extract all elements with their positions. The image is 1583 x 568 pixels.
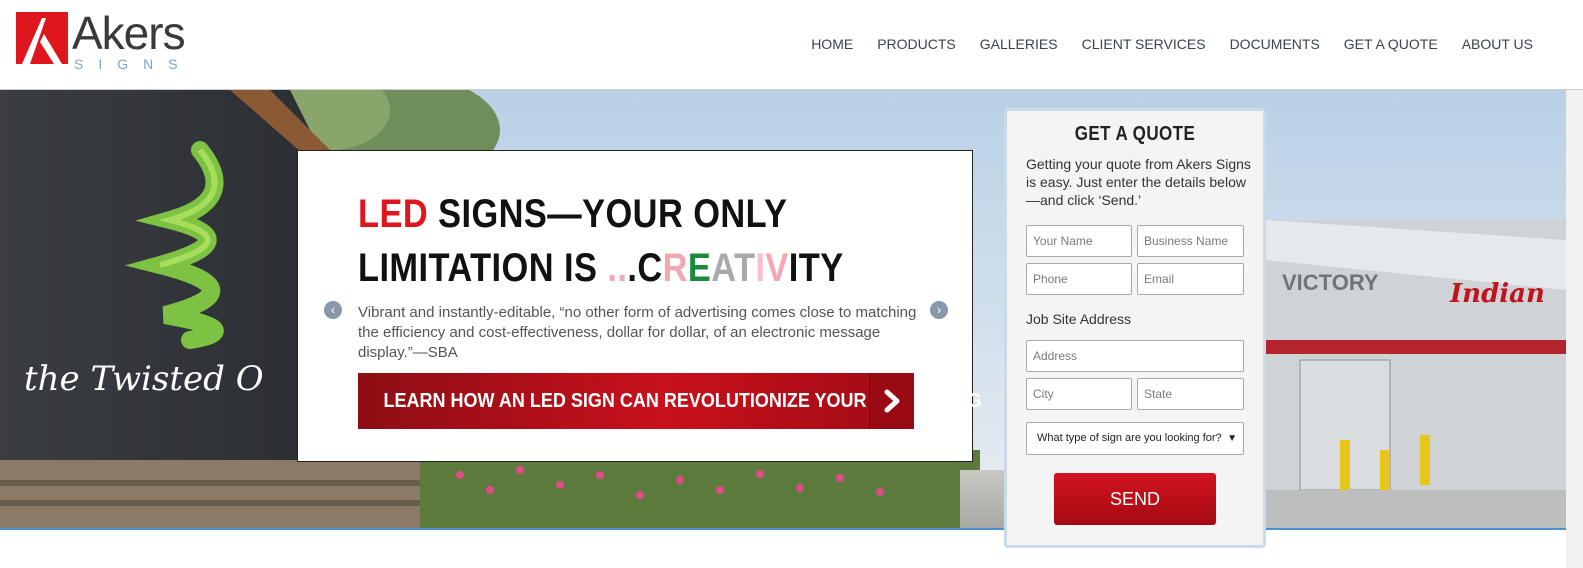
city-input[interactable]	[1026, 378, 1132, 410]
headline-r: R	[662, 246, 688, 290]
headline-at: AT	[711, 246, 756, 290]
nav-galleries[interactable]: GALLERIES	[980, 36, 1058, 52]
slider-next-button[interactable]: ›	[930, 301, 948, 319]
akers-logo-mark-icon	[16, 12, 68, 64]
victory-sign-text: VICTORY	[1282, 270, 1379, 295]
headline-i: I	[755, 246, 766, 290]
nav-products[interactable]: PRODUCTS	[877, 36, 956, 52]
headline-line-1: LED SIGNS—YOUR ONLY	[358, 187, 844, 241]
quote-intro: Getting your quote from Akers Signs is e…	[1026, 156, 1251, 208]
hero-banner: the Twisted O VICTORY Indian LED SIGNS—Y…	[0, 90, 1566, 528]
headline-line-2: LIMITATION IS ...CREATIVITY	[358, 241, 844, 295]
slider-prev-button[interactable]: ‹	[324, 301, 342, 319]
hero-divider	[0, 528, 1566, 530]
business-name-input[interactable]	[1137, 225, 1244, 257]
quote-form-panel: GET A QUOTE Getting your quote from Aker…	[1004, 108, 1266, 548]
akers-logo[interactable]: Akers SIGNS	[16, 7, 216, 76]
headline-led: LED	[358, 192, 429, 236]
headline-part-2: LIMITATION IS	[358, 246, 608, 290]
chevron-left-icon: ‹	[330, 302, 336, 317]
cta-label: LEARN HOW AN LED SIGN CAN REVOLUTIONIZE …	[383, 390, 982, 412]
twisted-sign-text: the Twisted O	[24, 359, 264, 399]
logo-wordmark: Akers	[72, 7, 186, 59]
headline-e: E	[687, 246, 712, 290]
main-nav: HOME PRODUCTS GALLERIES CLIENT SERVICES …	[811, 36, 1533, 52]
chevron-right-icon: ›	[936, 302, 942, 317]
indian-sign-text: Indian	[1449, 279, 1545, 309]
headline-ity: ITY	[788, 246, 844, 290]
led-sign-cta-button[interactable]: LEARN HOW AN LED SIGN CAN REVOLUTIONIZE …	[358, 373, 982, 429]
email-input[interactable]	[1137, 263, 1244, 295]
sign-type-select[interactable]: What type of sign are you looking for? ▼	[1026, 422, 1244, 455]
slider-headline: LED SIGNS—YOUR ONLY LIMITATION IS ...CRE…	[358, 187, 844, 295]
headline-part-1: SIGNS—YOUR ONLY	[428, 192, 788, 236]
nav-client-services[interactable]: CLIENT SERVICES	[1082, 36, 1206, 52]
nav-get-a-quote[interactable]: GET A QUOTE	[1344, 36, 1438, 52]
slider-card: LED SIGNS—YOUR ONLY LIMITATION IS ...CRE…	[297, 150, 982, 462]
page-scrollbar[interactable]	[1566, 90, 1583, 568]
headline-dots: ..	[607, 246, 628, 290]
nav-about-us[interactable]: ABOUT US	[1462, 36, 1533, 52]
job-site-address-label: Job Site Address	[1026, 311, 1132, 327]
quote-title: GET A QUOTE	[1074, 123, 1196, 145]
sign-type-selected: What type of sign are you looking for?	[1037, 432, 1222, 444]
address-input[interactable]	[1026, 340, 1244, 372]
phone-input[interactable]	[1026, 263, 1132, 295]
slider-body-text: Vibrant and instantly-editable, “no othe…	[358, 304, 917, 361]
caret-down-icon: ▼	[1227, 433, 1237, 444]
headline-c: C	[637, 246, 663, 290]
your-name-input[interactable]	[1026, 225, 1132, 257]
logo-subtitle: SIGNS	[74, 56, 193, 72]
chevron-right-icon	[884, 389, 900, 413]
send-button[interactable]: SEND	[1054, 473, 1216, 525]
site-header: Akers SIGNS HOME PRODUCTS GALLERIES CLIE…	[0, 0, 1583, 90]
headline-v: V	[765, 246, 789, 290]
headline-dot-3: .	[627, 246, 638, 290]
cta-arrow	[869, 373, 914, 429]
state-input[interactable]	[1137, 378, 1244, 410]
nav-home[interactable]: HOME	[811, 36, 853, 52]
nav-documents[interactable]: DOCUMENTS	[1230, 36, 1320, 52]
